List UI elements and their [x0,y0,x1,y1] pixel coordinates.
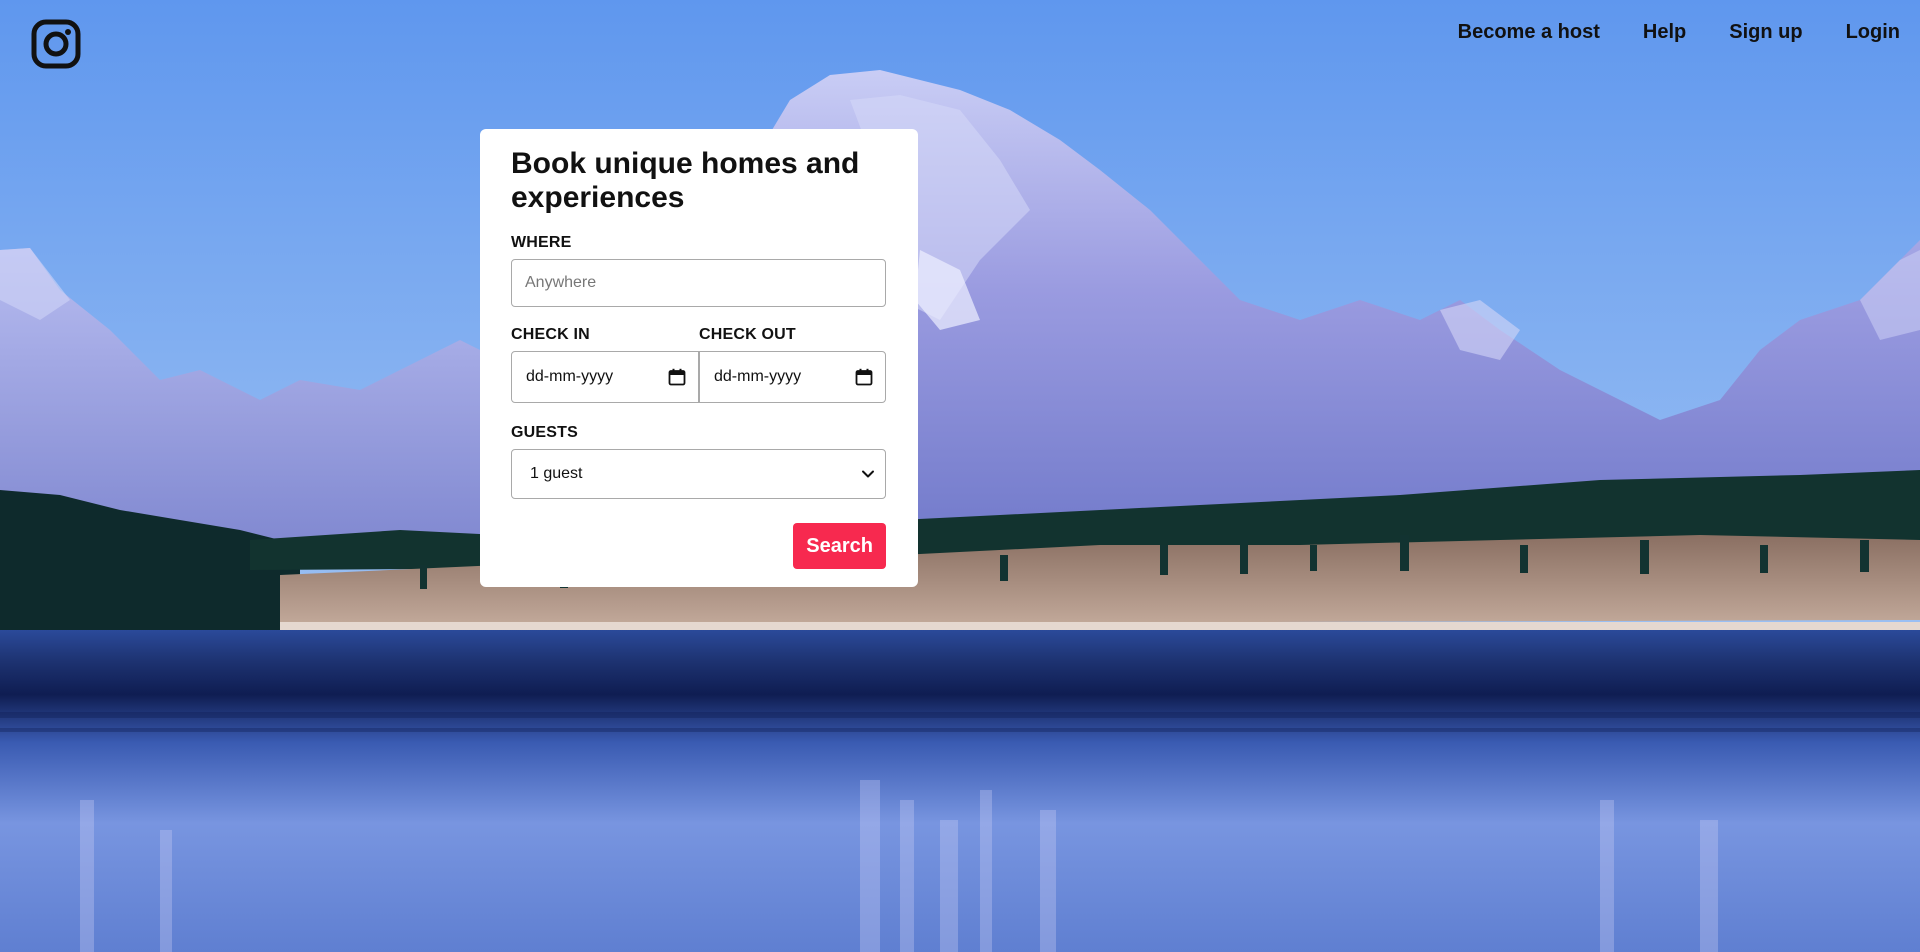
check-out-label: CHECK OUT [699,326,796,343]
chevron-down-icon [862,470,874,478]
booking-title: Book unique homes and experiences [511,147,860,214]
booking-card: Book unique homes and experiences WHERE … [480,129,918,587]
nav-login[interactable]: Login [1803,18,1900,46]
guests-selected-value: 1 guest [530,465,583,482]
nav-become-a-host[interactable]: Become a host [1415,18,1600,46]
nav-help[interactable]: Help [1600,18,1686,46]
instagram-icon[interactable] [31,19,81,69]
page: Become a host Help Sign up Login Book un… [0,0,1920,952]
check-in-group: CHECK IN dd-mm-yyyy [511,325,699,403]
calendar-icon[interactable] [668,368,686,386]
guests-select[interactable]: 1 guest [511,449,886,499]
where-input[interactable] [511,259,886,307]
top-nav: Become a host Help Sign up Login [1415,18,1900,46]
booking-actions: Search [511,523,886,569]
check-out-value: dd-mm-yyyy [714,368,802,385]
check-in-value: dd-mm-yyyy [526,368,614,385]
check-in-field[interactable]: dd-mm-yyyy [511,351,699,403]
check-in-label: CHECK IN [511,326,590,343]
background-mountain-lake-image [0,0,1920,952]
date-range: CHECK IN dd-mm-yyyy CHECK OUT dd-mm-yyyy [511,325,887,403]
search-button[interactable]: Search [793,523,886,569]
nav-sign-up[interactable]: Sign up [1686,18,1802,46]
guests-label: GUESTS [511,424,578,441]
where-label: WHERE [511,234,572,251]
check-out-field[interactable]: dd-mm-yyyy [699,351,886,403]
calendar-icon[interactable] [855,368,873,386]
check-out-group: CHECK OUT dd-mm-yyyy [699,325,886,403]
